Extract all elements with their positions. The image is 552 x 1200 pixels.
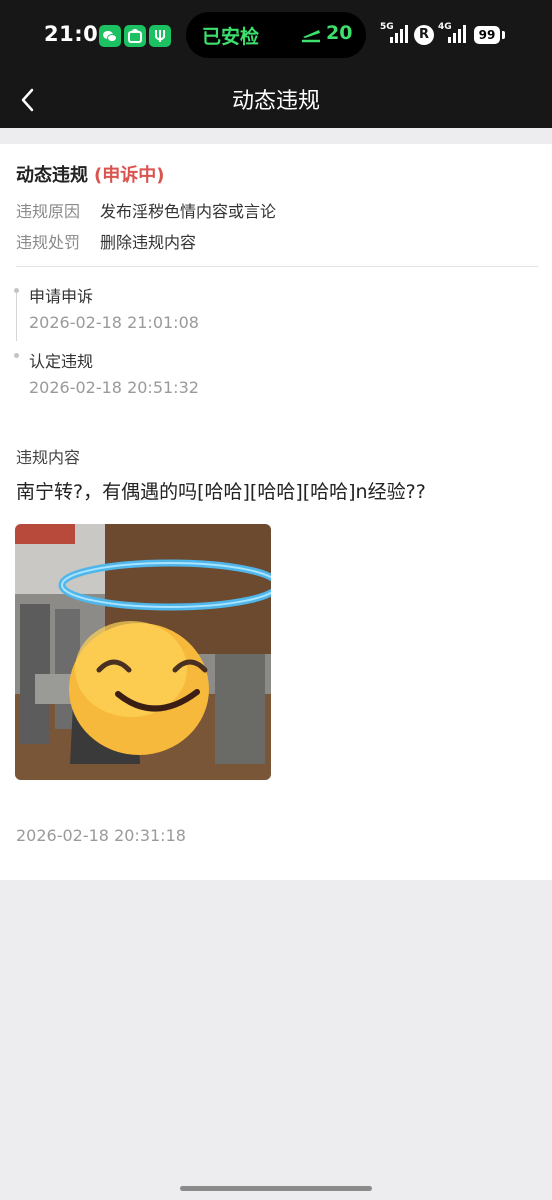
battery-tip (502, 31, 505, 39)
appeal-status-badge: (申诉中) (94, 165, 165, 186)
violation-title-row: 动态违规 (申诉中) (16, 161, 164, 187)
divider (16, 266, 538, 267)
roaming-icon: R (414, 25, 434, 45)
timeline-line (16, 289, 17, 341)
violation-detail-card: 动态违规 (申诉中) 违规原因 发布淫秽色情内容或言论 违规处罚 删除违规内容 申请申… (0, 144, 552, 880)
timeline-dot (14, 353, 19, 358)
reason-label: 违规原因 (16, 202, 81, 221)
airplane-takeoff-icon (300, 26, 322, 48)
violation-content-label: 违规内容 (16, 448, 81, 467)
navigation-bar: 动态违规 (0, 72, 552, 128)
battery-icon: 99 (474, 26, 500, 44)
dynamic-island-pill[interactable]: 已安检 20 (186, 12, 366, 58)
signal-strength-icon (390, 24, 408, 48)
violation-reason-row: 违规原因 发布淫秽色情内容或言论 (16, 198, 276, 222)
post-timestamp: 2026-02-18 20:31:18 (16, 826, 186, 845)
timeline-item-title: 认定违规 (29, 352, 94, 371)
app-notification-icon (149, 25, 171, 47)
home-indicator[interactable] (180, 1186, 372, 1191)
timeline-dot (14, 288, 19, 293)
signal-strength-icon-2 (448, 24, 466, 48)
timeline-item-title: 申请申诉 (29, 287, 94, 306)
violation-penalty-row: 违规处罚 删除违规内容 (16, 229, 196, 253)
violation-title: 动态违规 (16, 165, 88, 186)
reason-value: 发布淫秽色情内容或言论 (100, 202, 277, 221)
shopping-bag-icon (124, 25, 146, 47)
page-title: 动态违规 (231, 89, 320, 114)
pill-count: 20 (326, 22, 353, 44)
post-image[interactable] (15, 524, 271, 780)
penalty-value: 删除违规内容 (100, 233, 197, 252)
penalty-label: 违规处罚 (16, 233, 81, 252)
violation-content-text: 南宁转?，有偶遇的吗[哈哈][哈哈][哈哈]n经验?? (16, 481, 426, 503)
wechat-icon (99, 25, 121, 47)
timeline-item-time: 2026-02-18 20:51:32 (29, 378, 199, 397)
timeline-item-time: 2026-02-18 21:01:08 (29, 313, 199, 332)
security-check-status: 已安检 (202, 26, 260, 48)
status-bar: 21:01 已安检 20 5G R 4G 99 (0, 0, 552, 72)
